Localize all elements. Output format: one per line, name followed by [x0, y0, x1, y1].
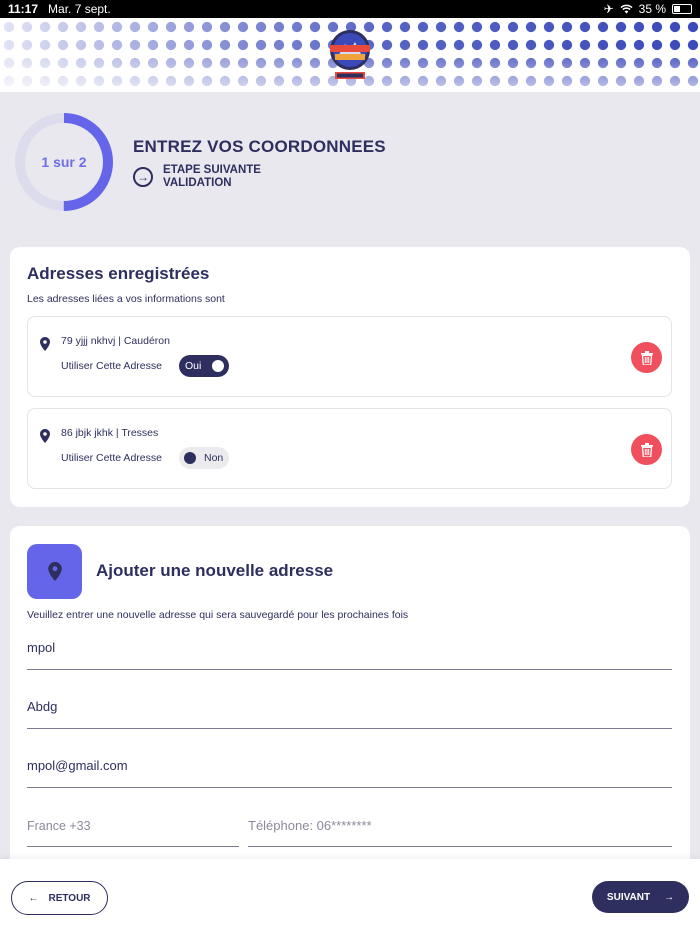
- progress-label: 1 sur 2: [41, 154, 87, 170]
- use-address-label: Utiliser Cette Adresse: [61, 452, 162, 464]
- address-text: 86 jbjk jkhk | Tresses: [61, 427, 159, 439]
- use-address-label: Utiliser Cette Adresse: [61, 360, 162, 372]
- phone-field[interactable]: [248, 818, 672, 847]
- wifi-icon: [620, 4, 633, 14]
- delete-address-button[interactable]: [631, 342, 662, 373]
- progress-indicator: 1 sur 2: [14, 112, 114, 214]
- toggle-label: Oui: [185, 360, 202, 372]
- trash-icon: [640, 350, 653, 365]
- brand-logo[interactable]: [327, 28, 373, 82]
- location-pin-icon: [40, 429, 50, 443]
- first-name-input[interactable]: [27, 640, 672, 655]
- footer-bar: ← RETOUR SUIVANT →: [0, 859, 700, 934]
- status-date: Mar. 7 sept.: [48, 2, 111, 16]
- location-pin-icon: [47, 562, 62, 581]
- location-pin-icon: [40, 337, 50, 351]
- address-item: 79 yjjj nkhvj | Caudéron Utiliser Cette …: [27, 316, 672, 397]
- last-name-input[interactable]: [27, 699, 672, 714]
- saved-addresses-card: Adresses enregistrées Les adresses liées…: [10, 247, 690, 507]
- first-name-field[interactable]: [27, 640, 672, 670]
- toggle-knob: [212, 360, 224, 372]
- saved-addresses-title: Adresses enregistrées: [27, 264, 210, 283]
- battery-icon: [672, 4, 692, 14]
- country-code-field[interactable]: [27, 818, 239, 847]
- add-address-icon: [27, 544, 82, 599]
- use-address-toggle[interactable]: Oui: [179, 355, 229, 377]
- toggle-label: Non: [204, 452, 224, 464]
- toggle-knob: [184, 452, 196, 464]
- next-step-name: VALIDATION: [163, 177, 232, 189]
- next-step: → ETAPE SUIVANTE VALIDATION: [133, 164, 261, 190]
- trash-icon: [640, 442, 653, 457]
- email-input[interactable]: [27, 758, 672, 773]
- back-button[interactable]: ← RETOUR: [11, 881, 108, 915]
- email-field[interactable]: [27, 758, 672, 788]
- next-step-label: ETAPE SUIVANTE: [163, 164, 261, 176]
- back-button-label: RETOUR: [48, 892, 91, 904]
- status-icons: ✈ 35 %: [604, 2, 692, 16]
- header-banner: [0, 18, 700, 92]
- arrow-left-icon: ←: [28, 892, 39, 904]
- next-button-label: SUIVANT: [606, 891, 651, 903]
- new-address-subtitle: Veuillez entrer une nouvelle adresse qui…: [27, 609, 409, 621]
- address-item: 86 jbjk jkhk | Tresses Utiliser Cette Ad…: [27, 408, 672, 489]
- airplane-icon: ✈: [603, 2, 614, 16]
- arrow-right-circle-icon: →: [133, 167, 153, 187]
- delete-address-button[interactable]: [631, 434, 662, 465]
- new-address-title: Ajouter une nouvelle adresse: [96, 561, 334, 580]
- address-text: 79 yjjj nkhvj | Caudéron: [61, 335, 170, 347]
- status-bar: 11:17 Mar. 7 sept. ✈ 35 %: [0, 0, 700, 18]
- battery-percent: 35 %: [638, 2, 666, 16]
- saved-addresses-subtitle: Les adresses liées a vos informations so…: [27, 293, 225, 305]
- status-time: 11:17: [8, 2, 39, 16]
- arrow-right-icon: →: [664, 891, 675, 903]
- step-title: ENTREZ VOS COORDONNEES: [133, 137, 386, 156]
- use-address-toggle[interactable]: Non: [179, 447, 229, 469]
- next-button[interactable]: SUIVANT →: [592, 881, 689, 913]
- last-name-field[interactable]: [27, 699, 672, 729]
- new-address-card: Ajouter une nouvelle adresse Veuillez en…: [10, 526, 690, 866]
- phone-input[interactable]: [248, 818, 672, 833]
- country-code-input[interactable]: [27, 819, 239, 833]
